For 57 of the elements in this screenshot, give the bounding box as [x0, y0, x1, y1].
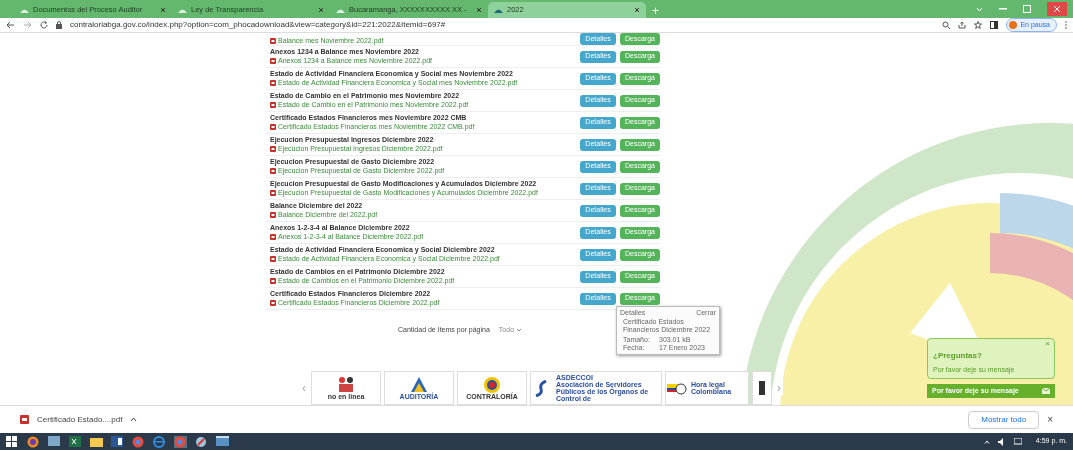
contraloria-logo-icon — [482, 376, 502, 393]
pdf-icon — [269, 145, 276, 152]
show-all-button[interactable]: Mostrar todo — [968, 410, 1040, 429]
speaker-icon[interactable] — [997, 437, 1006, 446]
close-icon[interactable] — [1047, 2, 1067, 16]
reload-icon[interactable] — [40, 21, 48, 29]
address-field[interactable]: contraloriabga.gov.co/index.php?option=com_phocadownload&view=category&id=221:2022&Itemid=697# — [70, 19, 935, 31]
close-button[interactable]: × — [1047, 412, 1053, 427]
envelope-icon — [1042, 387, 1050, 394]
pdf-icon — [269, 255, 276, 262]
windows-logo-icon[interactable] — [6, 435, 19, 448]
paint-icon[interactable] — [195, 435, 208, 448]
globe-icon[interactable] — [27, 435, 40, 448]
e-letter-icon[interactable] — [153, 435, 166, 448]
document-icon[interactable] — [111, 435, 124, 448]
avatar-icon — [1009, 21, 1018, 29]
pdf-icon — [269, 233, 276, 240]
side-panel-icon[interactable] — [990, 21, 999, 29]
pdf-icon — [269, 123, 276, 130]
folder-icon[interactable] — [90, 435, 103, 448]
caret-icon[interactable] — [983, 439, 990, 444]
auditoria-logo-icon — [409, 376, 429, 393]
pdf-icon — [269, 277, 276, 284]
zoom-icon[interactable] — [942, 21, 951, 29]
pdf-icon — [269, 38, 276, 45]
logo-card[interactable] — [752, 371, 772, 405]
browser-icon[interactable] — [132, 435, 145, 448]
chat-title: ¿Preguntas? — [933, 350, 982, 362]
caret-icon — [515, 328, 522, 333]
pdf-icon — [269, 101, 276, 108]
pdf-icon — [269, 189, 276, 196]
download-item[interactable]: Certificado Estado....pdf — [20, 413, 138, 426]
star-icon[interactable] — [974, 21, 983, 29]
pdf-icon — [269, 79, 276, 86]
bar-icon — [759, 381, 765, 395]
monitor-icon[interactable] — [48, 435, 61, 448]
close-icon[interactable] — [476, 7, 482, 13]
carousel-next-button[interactable]: › — [775, 381, 783, 395]
pdf-icon — [269, 57, 276, 64]
network-icon[interactable] — [1013, 437, 1022, 446]
close-icon[interactable] — [160, 7, 166, 13]
pdf-icon — [269, 211, 276, 218]
pdf-icon — [20, 415, 29, 424]
people-logo-icon — [336, 376, 356, 393]
share-icon[interactable] — [958, 21, 967, 29]
spreadsheet-icon[interactable] — [69, 435, 82, 448]
back-arrow-icon[interactable] — [6, 21, 15, 29]
new-tab-button[interactable]: + — [652, 4, 659, 18]
close-button[interactable]: × — [1045, 340, 1050, 348]
pdf-icon — [269, 167, 276, 174]
lock-icon — [56, 21, 62, 29]
browser-icon[interactable] — [174, 435, 187, 448]
caret-icon — [130, 417, 138, 422]
close-icon[interactable] — [318, 7, 324, 13]
window-icon[interactable] — [216, 435, 229, 448]
close-icon[interactable] — [634, 7, 640, 13]
pdf-icon — [269, 299, 276, 306]
